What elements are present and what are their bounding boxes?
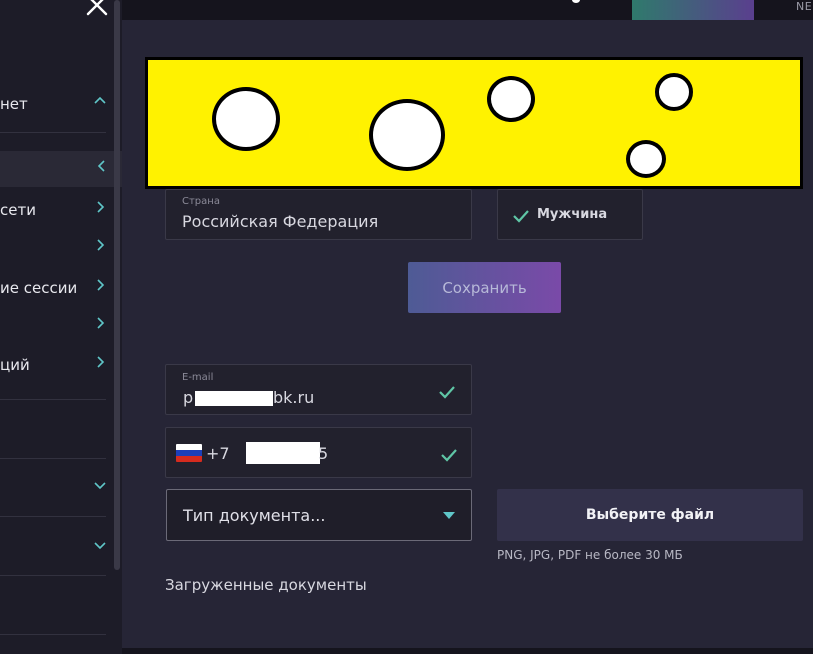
chevron-down-icon bbox=[94, 538, 106, 552]
cheese-hole bbox=[626, 140, 666, 178]
phone-value-tail: 5 bbox=[318, 444, 329, 463]
cheese-hole bbox=[487, 76, 535, 122]
chevron-right-icon bbox=[94, 316, 106, 330]
sidebar-item-networks[interactable]: сети bbox=[0, 192, 106, 228]
chevron-up-icon bbox=[94, 94, 106, 108]
sidebar-item-operations[interactable]: ций bbox=[0, 347, 106, 383]
dropdown-arrow-icon bbox=[443, 512, 455, 519]
sidebar-divider bbox=[0, 458, 106, 459]
cheese-hole bbox=[212, 87, 280, 151]
check-icon bbox=[512, 208, 530, 223]
check-icon bbox=[438, 384, 456, 399]
gender-value: Мужчина bbox=[537, 207, 608, 222]
sidebar-item-6[interactable] bbox=[0, 308, 106, 344]
sidebar-divider bbox=[0, 399, 106, 400]
sidebar-item-section-2[interactable] bbox=[0, 530, 106, 566]
chevron-right-icon bbox=[94, 238, 106, 252]
cheese-overlay-image bbox=[145, 57, 803, 189]
phone-redaction bbox=[246, 442, 320, 464]
sidebar-item-sessions[interactable]: ие сессии bbox=[0, 270, 106, 306]
email-field[interactable]: E-mail p bk.ru bbox=[165, 364, 472, 415]
country-label: Страна bbox=[182, 196, 220, 207]
sidebar-item-label: нет bbox=[0, 95, 28, 113]
country-field[interactable]: Страна Российская Федерация bbox=[165, 189, 472, 240]
chevron-right-icon bbox=[94, 355, 106, 369]
sidebar-divider bbox=[0, 575, 106, 576]
sidebar-divider bbox=[0, 516, 106, 517]
chevron-right-icon bbox=[94, 200, 106, 214]
sidebar-item-section-1[interactable] bbox=[0, 470, 106, 506]
sidebar-item-label: сети bbox=[0, 201, 36, 219]
cheese-hole bbox=[369, 99, 445, 171]
phone-field[interactable]: +7 5 bbox=[165, 427, 472, 478]
sidebar-divider bbox=[0, 634, 106, 635]
save-button[interactable]: Сохранить bbox=[408, 262, 561, 313]
email-label: E-mail bbox=[182, 372, 214, 383]
cheese-hole bbox=[655, 73, 693, 111]
email-redaction bbox=[195, 391, 273, 406]
promo-thumbnail[interactable] bbox=[632, 0, 754, 20]
choose-file-button[interactable]: Выберите файл bbox=[497, 489, 803, 541]
sidebar-item-4[interactable] bbox=[0, 230, 106, 266]
corner-label: NE bbox=[796, 0, 813, 13]
email-value-start: p bbox=[183, 388, 194, 407]
email-value-end: bk.ru bbox=[273, 388, 315, 407]
bottom-edge bbox=[122, 648, 813, 654]
sidebar-divider bbox=[0, 132, 106, 133]
sidebar: нет сети ие сессии ций bbox=[0, 0, 122, 654]
close-icon[interactable] bbox=[84, 0, 110, 18]
check-icon bbox=[440, 447, 458, 462]
sidebar-item-label: ций bbox=[0, 356, 30, 374]
russia-flag-icon bbox=[176, 444, 202, 462]
uploaded-documents-title: Загруженные документы bbox=[165, 576, 367, 594]
sidebar-item-label: ие сессии bbox=[0, 279, 78, 297]
phone-country-code: +7 bbox=[206, 444, 230, 463]
chevron-left-icon bbox=[96, 159, 108, 173]
decorative-dot bbox=[572, 0, 580, 3]
country-value: Российская Федерация bbox=[182, 212, 379, 231]
gender-field[interactable]: Мужчина bbox=[497, 189, 643, 240]
sidebar-item-cabinet[interactable]: нет bbox=[0, 86, 106, 122]
document-type-placeholder: Тип документа... bbox=[183, 506, 326, 525]
sidebar-item-active[interactable] bbox=[0, 151, 122, 187]
document-type-select[interactable]: Тип документа... bbox=[166, 489, 472, 541]
sidebar-scrollbar[interactable] bbox=[114, 0, 120, 570]
file-format-hint: PNG, JPG, PDF не более 30 МБ bbox=[497, 548, 683, 562]
top-banner-strip: NE bbox=[122, 0, 813, 20]
chevron-right-icon bbox=[94, 278, 106, 292]
chevron-down-icon bbox=[94, 478, 106, 492]
